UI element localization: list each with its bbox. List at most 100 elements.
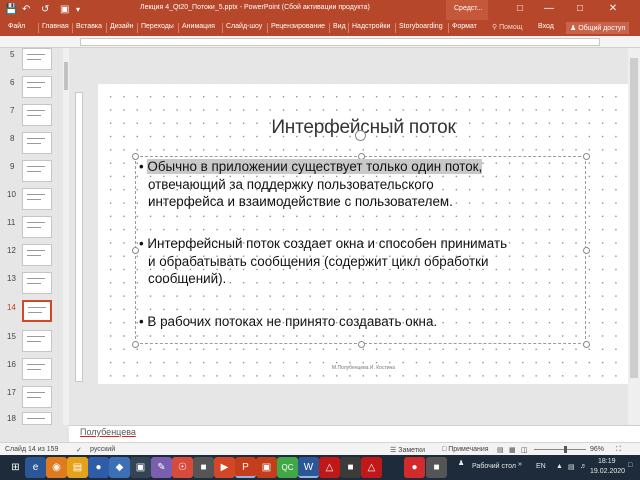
slide-vertical-scrollbar[interactable] — [628, 48, 640, 425]
record-icon[interactable]: ● — [404, 457, 425, 478]
maximize-icon[interactable]: □ — [571, 2, 589, 16]
bullet-item[interactable]: • Обычно в приложении существует только … — [139, 158, 483, 211]
slide-thumbnail-active[interactable] — [22, 300, 52, 322]
notes-pane[interactable]: Полубенцева — [69, 425, 640, 442]
rotate-handle-icon[interactable] — [355, 130, 366, 141]
network-icon[interactable]: ▤ — [568, 463, 575, 471]
tab-file[interactable]: Файл — [8, 23, 25, 30]
tell-me-search[interactable]: ⚲ Помощ — [492, 23, 522, 31]
resize-handle[interactable] — [132, 341, 139, 348]
content-textbox[interactable]: • Обычно в приложении существует только … — [132, 153, 590, 348]
tab-transitions[interactable]: Переходы — [141, 23, 174, 30]
present-icon[interactable]: ▣ — [60, 3, 69, 17]
share-button[interactable]: ♟ Общий доступ — [566, 22, 630, 34]
tab-addins[interactable]: Надстройки — [352, 23, 390, 30]
firefox-icon[interactable]: ◉ — [46, 457, 67, 478]
spellcheck-icon[interactable]: ✓ — [76, 446, 82, 454]
app-icon[interactable]: ▣ — [130, 457, 151, 478]
app-icon[interactable]: ● — [88, 457, 109, 478]
slide-thumbnail[interactable] — [22, 412, 52, 425]
tab-slideshow[interactable]: Слайд-шоу — [226, 23, 262, 30]
resize-handle[interactable] — [358, 341, 365, 348]
app-icon[interactable]: ▶ — [214, 457, 235, 478]
minimize-icon[interactable]: — — [540, 2, 558, 16]
customize-toolbar-icon[interactable]: ▾ — [76, 3, 80, 17]
scrollbar-thumb[interactable] — [630, 58, 638, 378]
save-icon[interactable]: 💾 — [5, 3, 17, 17]
resize-handle[interactable] — [583, 341, 590, 348]
zoom-slider-knob[interactable] — [564, 446, 567, 453]
tab-storyboarding[interactable]: Storyboarding — [399, 23, 443, 30]
word-icon[interactable]: W — [298, 457, 319, 478]
pen-icon[interactable]: ✎ — [151, 457, 172, 478]
resize-handle[interactable] — [132, 153, 139, 160]
acrobat-icon[interactable]: △ — [319, 457, 340, 478]
slide-thumbnail[interactable] — [22, 76, 52, 98]
explorer-folder-icon[interactable]: ▤ — [67, 457, 88, 478]
tab-insert[interactable]: Вставка — [76, 23, 102, 30]
app-icon[interactable]: ◆ — [109, 457, 130, 478]
bullet-item[interactable]: • Интерфейсный поток создает окна и спос… — [139, 235, 507, 288]
signin-link[interactable]: Вход — [538, 23, 554, 30]
chrome-icon[interactable]: ☉ — [172, 457, 193, 478]
slide-thumbnail[interactable] — [22, 160, 52, 182]
slide-thumbnail[interactable] — [22, 272, 52, 294]
language-indicator[interactable]: русский — [90, 446, 115, 453]
tab-review[interactable]: Рецензирование — [271, 23, 325, 30]
zoom-percent[interactable]: 96% — [590, 446, 604, 453]
zoom-slider[interactable] — [534, 446, 586, 453]
comments-button[interactable]: □ Примечания — [442, 446, 489, 453]
slide-canvas[interactable]: Интерфейсный поток • Обычно в приложении… — [98, 84, 629, 384]
bullet-item[interactable]: • В рабочих потоках не принято создавать… — [139, 313, 437, 331]
slide-thumbnail[interactable] — [22, 216, 52, 238]
resize-handle[interactable] — [583, 247, 590, 254]
slide-thumbnail[interactable] — [22, 104, 52, 126]
notes-text[interactable]: Полубенцева — [80, 427, 136, 437]
reading-view-icon[interactable]: ◫ — [521, 446, 528, 454]
fit-slide-icon[interactable]: ⛶ — [616, 446, 621, 454]
drawing-tools-tab[interactable]: Средст... — [446, 0, 488, 20]
clock-time[interactable]: 18:19 — [598, 458, 616, 465]
close-icon[interactable]: ✕ — [604, 2, 622, 16]
app-icon[interactable]: ▣ — [256, 457, 277, 478]
app-icon[interactable]: ■ — [426, 457, 447, 478]
tab-design[interactable]: Дизайн — [110, 23, 134, 30]
undo-icon[interactable]: ↶ — [22, 3, 30, 17]
app-icon[interactable]: ■ — [340, 457, 361, 478]
slide-thumbnail[interactable] — [22, 48, 52, 70]
slide-thumbnail[interactable] — [22, 132, 52, 154]
resize-handle[interactable] — [583, 153, 590, 160]
notes-button[interactable]: ☰ Заметки — [390, 446, 425, 454]
slide-thumbnail[interactable] — [22, 188, 52, 210]
ie-icon[interactable]: e — [25, 457, 46, 478]
acrobat-icon[interactable]: △ — [361, 457, 382, 478]
chevron-right-icon[interactable]: » — [518, 461, 522, 468]
tab-animation[interactable]: Анимация — [182, 23, 215, 30]
slide-thumbnail[interactable] — [22, 386, 52, 408]
scrollbar-thumb[interactable] — [64, 62, 68, 90]
powerpoint-icon[interactable]: P — [235, 457, 256, 478]
normal-view-icon[interactable]: ▤ — [497, 446, 504, 454]
vertical-ruler[interactable] — [75, 92, 83, 382]
sorter-view-icon[interactable]: ▦ — [509, 446, 516, 454]
language-indicator[interactable]: EN — [536, 463, 546, 470]
people-icon[interactable]: ♟ — [458, 459, 464, 467]
tab-format[interactable]: Формат — [452, 23, 477, 30]
volume-icon[interactable]: ♬ — [580, 463, 587, 470]
notifications-icon[interactable]: □ — [628, 462, 632, 469]
slide-thumbnail[interactable] — [22, 244, 52, 266]
redo-icon[interactable]: ↺ — [41, 3, 49, 17]
slide-thumbnails-pane[interactable]: 5 6 7 8 9 10 11 12 13 14 15 16 17 18 — [0, 48, 68, 425]
tab-home[interactable]: Главная — [42, 23, 69, 30]
tray-arrow-icon[interactable]: ▲ — [556, 463, 563, 470]
qt-creator-icon[interactable]: QC — [277, 457, 298, 478]
clock-date[interactable]: 19.02.2020 — [590, 468, 625, 475]
ribbon-options-icon[interactable]: □ — [511, 2, 529, 16]
slide-thumbnail[interactable] — [22, 330, 52, 352]
resize-handle[interactable] — [132, 247, 139, 254]
slide-thumbnail[interactable] — [22, 358, 52, 380]
horizontal-ruler[interactable] — [80, 38, 600, 46]
desktop-toolbar[interactable]: Рабочий стол — [472, 463, 516, 470]
start-windows-icon[interactable]: ⊞ — [5, 457, 26, 478]
tab-view[interactable]: Вид — [333, 23, 346, 30]
